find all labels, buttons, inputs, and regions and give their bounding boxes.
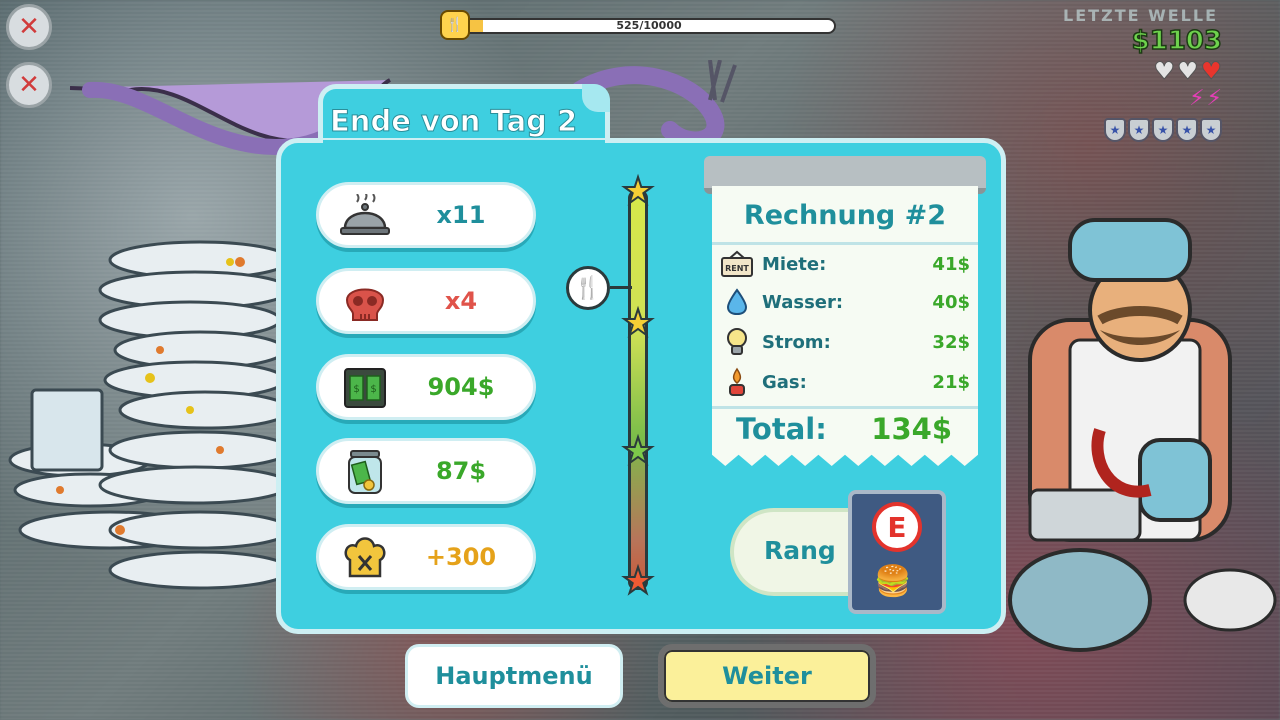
money-display: $1103: [1131, 25, 1223, 57]
heart-empty-icon: ♥: [1153, 57, 1175, 85]
rating-pointer: [610, 286, 632, 289]
bill-value: 32$: [932, 331, 970, 353]
progress-text: 525/10000: [616, 19, 682, 32]
rent-sign-icon: RENT: [720, 249, 754, 279]
lightning-icon: ⚡: [1206, 86, 1222, 111]
svg-text:RENT: RENT: [725, 264, 749, 273]
fork-knife-icon: 🍴: [566, 266, 610, 310]
police-badge-icon: ★: [1176, 118, 1198, 142]
continue-button[interactable]: Weiter: [658, 644, 876, 708]
rank-grade-badge: E: [872, 502, 922, 552]
player-hud: $1103 ♥ ♥ ♥ ⚡ ⚡ ★ ★ ★ ★ ★: [1104, 25, 1223, 142]
police-badge-icon: ★: [1128, 118, 1150, 142]
light-bulb-icon: [720, 327, 754, 357]
stat-tips: 87$: [316, 438, 536, 504]
bill-row-gas: Gas: 21$: [720, 366, 970, 398]
gas-burner-icon: [720, 367, 754, 397]
stat-value: 904$: [427, 373, 495, 401]
love-eyes-star-icon: ★: [621, 171, 655, 213]
bill-row-water: Wasser: 40$: [720, 286, 970, 318]
butcher-chef-character: [1008, 218, 1277, 652]
heart-empty-icon: ♥: [1176, 57, 1199, 85]
police-badge-icon: ★: [1152, 118, 1174, 142]
chef-hat-icon: 🍴: [440, 10, 470, 40]
stat-value: +300: [425, 543, 497, 571]
total-label: Total:: [736, 412, 827, 446]
disabled-slot-icon: ✕: [6, 4, 52, 50]
tip-jar-icon: [339, 449, 391, 495]
stat-customers-served: x11: [316, 182, 536, 248]
main-menu-button[interactable]: Hauptmenü: [405, 644, 623, 708]
svg-text:$: $: [353, 384, 359, 395]
register-icon: $ $: [339, 365, 391, 411]
police-badge-icon: ★: [1104, 118, 1126, 142]
bill-label: Wasser:: [762, 291, 844, 313]
chef-hat-icon: [339, 535, 391, 581]
dead-star-icon: ★: [621, 431, 655, 473]
bill-value: 41$: [932, 253, 970, 275]
burger-icon: 🍔: [874, 564, 912, 599]
bill-label: Gas:: [762, 371, 807, 393]
divider: [712, 242, 978, 245]
stat-value: 87$: [435, 457, 487, 485]
bill-label: Miete:: [762, 253, 827, 275]
bill-value: 21$: [932, 371, 970, 393]
total-value: 134$: [871, 412, 952, 446]
stat-customers-lost: x4: [316, 268, 536, 334]
stat-value: x4: [444, 287, 478, 315]
police-badge-icon: ★: [1200, 118, 1222, 142]
hearts-row: ♥ ♥ ♥: [1104, 57, 1223, 85]
tab-join: [323, 140, 605, 148]
bill-row-power: Strom: 32$: [720, 326, 970, 358]
disabled-slot-icon: ✕: [6, 62, 52, 108]
lightning-icon: ⚡: [1189, 86, 1205, 111]
cloche-icon: [339, 193, 391, 239]
energy-row: ⚡ ⚡: [1104, 86, 1222, 112]
rank-label: Rang: [764, 536, 836, 565]
page-title: Ende von Tag 2: [329, 104, 578, 139]
bill-label: Strom:: [762, 331, 831, 353]
svg-text:$: $: [370, 384, 376, 395]
bill-row-rent: RENT Miete: 41$: [720, 248, 970, 280]
bill-receipt: Rechnung #2 RENT Miete: 41$ Wasser: 40$ …: [712, 186, 978, 466]
stat-experience: +300: [316, 524, 536, 590]
water-drop-icon: [720, 287, 754, 317]
experience-progress: 525/10000 🍴: [440, 10, 840, 40]
angry-star-icon: ★: [621, 561, 655, 603]
stat-revenue: $ $ 904$: [316, 354, 536, 420]
stat-value: x11: [436, 201, 486, 229]
heart-full-icon: ♥: [1200, 57, 1222, 85]
wave-label: LETZTE WELLE: [1063, 6, 1218, 25]
worried-star-icon: ★: [621, 303, 655, 345]
police-badges-row: ★ ★ ★ ★ ★: [1104, 114, 1222, 142]
divider: [712, 406, 978, 409]
rating-meter: [628, 190, 648, 590]
bill-value: 40$: [932, 291, 970, 313]
skull-icon: [339, 279, 391, 325]
dish-stack: [8, 240, 292, 590]
receipt-title: Rechnung #2: [743, 200, 947, 231]
progress-track: 525/10000: [462, 18, 836, 34]
